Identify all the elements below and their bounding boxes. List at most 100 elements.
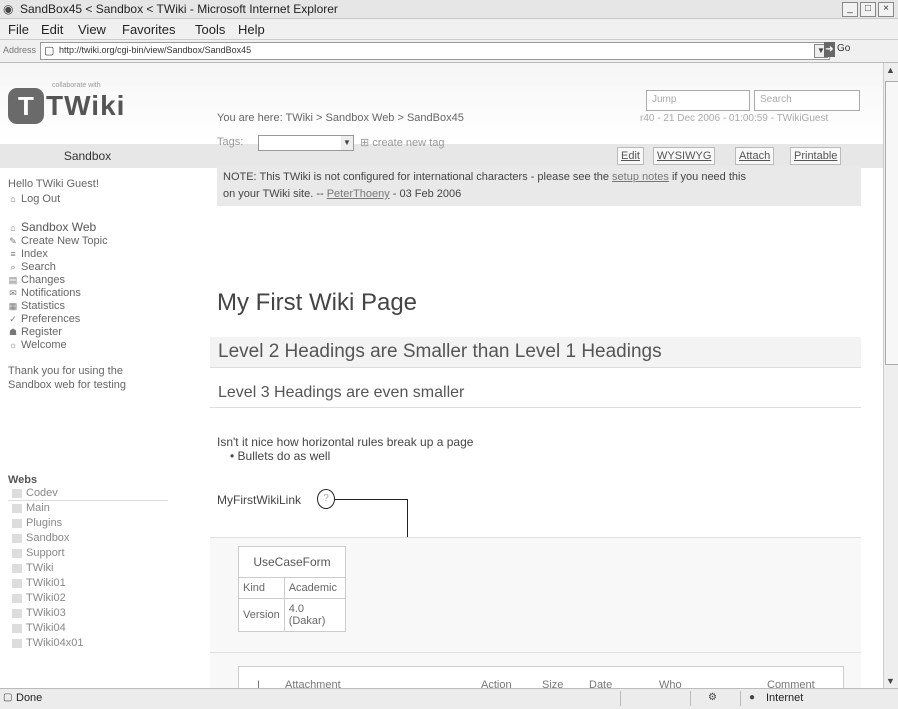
- menu-file[interactable]: File: [8, 22, 29, 37]
- status-bar: ▢ Done ⚙ ● Internet: [0, 688, 898, 709]
- web-link-twiki02[interactable]: TWiki02: [26, 592, 66, 604]
- logo-text: TWiki: [46, 90, 126, 121]
- address-label: Address: [3, 45, 37, 55]
- heading-level-1: My First Wiki Page: [217, 289, 418, 316]
- attach-button[interactable]: Attach: [735, 147, 775, 165]
- edit-button[interactable]: Edit: [617, 147, 644, 165]
- attachments-header-action[interactable]: Action: [481, 679, 512, 688]
- menu-view[interactable]: View: [78, 22, 106, 37]
- revision-info: r40 - 21 Dec 2006 - 01:00:59 - TWikiGues…: [640, 113, 829, 124]
- sidebar-item-index[interactable]: ≡ Index: [8, 248, 48, 260]
- setup-notes-link[interactable]: setup notes: [612, 171, 669, 183]
- attachments-table: I Attachment Action Size Date Who Commen…: [238, 666, 844, 688]
- web-link-twiki03[interactable]: TWiki03: [26, 607, 66, 619]
- address-bar: Address ▢ http://twiki.org/cgi-bin/view/…: [0, 40, 898, 63]
- web-color-square: [12, 504, 22, 513]
- form-label-version: Version: [238, 598, 285, 632]
- statistics-icon: ▦: [8, 301, 18, 311]
- status-divider: [740, 691, 741, 706]
- sidebar-item-sandbox-web[interactable]: ⌂ Sandbox Web: [8, 220, 96, 234]
- attachments-header-date[interactable]: Date: [589, 679, 612, 688]
- bullet-item: • Bullets do as well: [230, 449, 331, 463]
- web-color-square: [12, 579, 22, 588]
- wiki-link-text: MyFirstWikiLink: [217, 493, 301, 507]
- scroll-up-icon[interactable]: ▲: [886, 65, 895, 75]
- webs-title: Webs: [8, 474, 38, 486]
- sidebar-item-statistics[interactable]: ▦ Statistics: [8, 300, 65, 312]
- home-icon: ⌂: [10, 223, 16, 233]
- sidebar-web-title[interactable]: Sandbox: [0, 144, 175, 168]
- logout-icon: ⌂: [10, 194, 16, 204]
- menu-help[interactable]: Help: [238, 22, 265, 37]
- web-link-main[interactable]: Main: [26, 502, 50, 514]
- search-input[interactable]: Search: [754, 90, 860, 111]
- search-icon: ⌕: [10, 262, 16, 272]
- printable-button[interactable]: Printable: [790, 147, 842, 165]
- go-arrow-icon[interactable]: ➜: [824, 42, 835, 57]
- wysiwyg-button[interactable]: WYSIWYG: [653, 147, 716, 165]
- attachments-header-who[interactable]: Who: [659, 679, 682, 688]
- vertical-scrollbar[interactable]: ▲ ▼: [883, 63, 898, 688]
- sidebar-item-preferences[interactable]: ✓ Preferences: [8, 313, 80, 325]
- web-link-plugins[interactable]: Plugins: [26, 517, 62, 529]
- attachments-header-size[interactable]: Size: [542, 679, 563, 688]
- greeting: Hello TWiki Guest!: [8, 178, 99, 190]
- web-link-twiki[interactable]: TWiki: [26, 562, 54, 574]
- web-color-square: [12, 564, 22, 573]
- sidebar-item-register[interactable]: ☗ Register: [8, 326, 62, 338]
- web-link-sandbox[interactable]: Sandbox: [26, 532, 69, 544]
- maximize-button[interactable]: □: [860, 2, 876, 17]
- web-color-square: [12, 624, 22, 633]
- scroll-down-icon[interactable]: ▼: [886, 676, 895, 686]
- ie-icon: ◉: [3, 2, 14, 16]
- web-color-square: [12, 534, 22, 543]
- preferences-icon: ✓: [9, 314, 17, 324]
- create-tag-link[interactable]: ⊞ create new tag: [360, 136, 444, 149]
- sidebar-item-welcome[interactable]: ☼ Welcome: [8, 339, 67, 351]
- attachments-header-attachment[interactable]: Attachment: [285, 679, 341, 688]
- sidebar-thanks-line2: Sandbox web for testing: [8, 379, 127, 391]
- close-button[interactable]: ×: [878, 2, 894, 17]
- jump-input[interactable]: Jump: [646, 90, 750, 111]
- form-title: UseCaseForm: [238, 546, 346, 578]
- address-url: http://twiki.org/cgi-bin/view/Sandbox/Sa…: [59, 45, 252, 55]
- internet-zone-icon: ●: [749, 692, 756, 703]
- menu-bar: File Edit View Favorites Tools Help: [0, 19, 898, 40]
- web-link-twiki01[interactable]: TWiki01: [26, 577, 66, 589]
- sidebar-thanks-line1: Thank you for using the: [8, 365, 123, 377]
- menu-edit[interactable]: Edit: [41, 22, 63, 37]
- security-icon: ⚙: [708, 692, 717, 703]
- web-link-support[interactable]: Support: [26, 547, 65, 559]
- web-link-twiki04x01[interactable]: TWiki04x01: [26, 637, 83, 649]
- scrollbar-thumb[interactable]: [885, 81, 898, 365]
- webs-divider: [8, 500, 168, 501]
- sidebar-item-changes[interactable]: ▤ Changes: [8, 274, 65, 286]
- logout-link[interactable]: ⌂ Log Out: [8, 193, 60, 205]
- callout-line-horizontal: [335, 499, 407, 500]
- attachments-header-comment[interactable]: Comment: [767, 679, 815, 688]
- minimize-button[interactable]: _: [842, 2, 858, 17]
- new-topic-icon: ✎: [9, 236, 17, 246]
- sidebar-item-create-new-topic[interactable]: ✎ Create New Topic: [8, 235, 107, 247]
- create-topic-question-link[interactable]: ?: [317, 489, 335, 509]
- sidebar-item-search[interactable]: ⌕ Search: [8, 261, 55, 273]
- web-link-codev[interactable]: Codev: [26, 487, 58, 499]
- sidebar: Sandbox Hello TWiki Guest! ⌂ Log Out ⌂ San…: [0, 144, 175, 688]
- notifications-icon: ✉: [9, 288, 17, 298]
- author-link[interactable]: PeterThoeny: [327, 188, 390, 200]
- attachments-header-icon: I: [257, 679, 261, 688]
- web-link-twiki04[interactable]: TWiki04: [26, 622, 66, 634]
- address-input[interactable]: ▢ http://twiki.org/cgi-bin/view/Sandbox/…: [40, 42, 830, 60]
- web-color-square: [12, 489, 22, 498]
- register-icon: ☗: [8, 327, 18, 337]
- menu-tools[interactable]: Tools: [195, 22, 225, 37]
- web-color-square: [12, 609, 22, 618]
- page-viewport: collaborate with T TWiki Jump Search San…: [0, 63, 883, 688]
- sidebar-item-notifications[interactable]: ✉ Notifications: [8, 287, 81, 299]
- go-button[interactable]: Go: [837, 43, 850, 54]
- tags-select[interactable]: ▼: [258, 135, 354, 151]
- form-value-version: 4.0 (Dakar): [283, 598, 347, 632]
- changes-icon: ▤: [8, 275, 18, 285]
- index-icon: ≡: [10, 249, 16, 259]
- menu-favorites[interactable]: Favorites: [122, 22, 175, 37]
